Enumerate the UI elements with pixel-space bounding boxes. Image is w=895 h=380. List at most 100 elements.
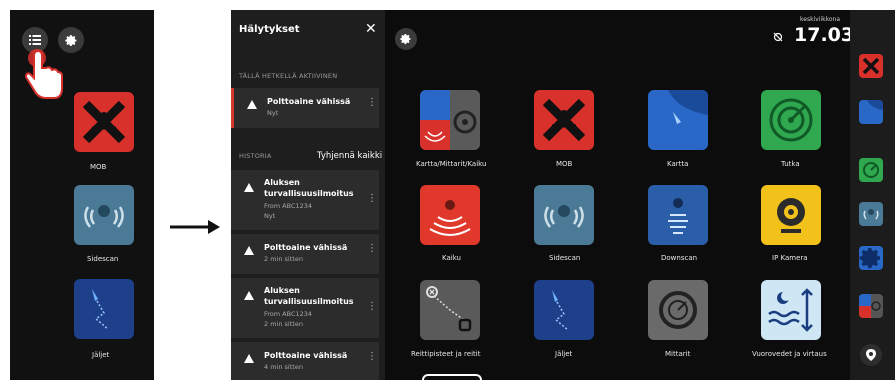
- alert-source: From ABC1234: [264, 310, 313, 318]
- alert-title-line1: Aluksen: [264, 286, 300, 295]
- app-tile[interactable]: [534, 280, 594, 340]
- radar-icon: [769, 98, 813, 142]
- alert-item-active[interactable]: Polttoaine vähissä Nyt ⋮: [231, 88, 379, 128]
- sidebar-item-settings[interactable]: [859, 246, 883, 270]
- downscan-icon: [668, 198, 688, 234]
- alert-title: Polttoaine vähissä: [267, 97, 351, 106]
- sidescan-icon: [544, 205, 584, 228]
- day-label: keskiviikkona: [800, 16, 840, 23]
- chart-icon: [859, 100, 883, 110]
- waypoints-routes-icon: [426, 286, 472, 332]
- app-tile[interactable]: [648, 90, 708, 150]
- tile-sidescan[interactable]: [74, 185, 134, 245]
- app-label: Kaiku: [442, 254, 461, 262]
- sidebar-item-mob[interactable]: [859, 54, 883, 78]
- chart-gauges-sonar-icon: [859, 294, 881, 318]
- ip-camera-icon: [777, 198, 805, 233]
- app-label: Jäljet: [555, 350, 573, 358]
- sidebar-item-radar[interactable]: [859, 158, 883, 182]
- alert-time: 2 min sitten: [264, 320, 303, 328]
- add-waypoint-icon: [866, 349, 876, 361]
- tile-tracks[interactable]: [74, 279, 134, 339]
- close-icon[interactable]: ✕: [365, 21, 377, 37]
- warning-icon: [244, 183, 254, 192]
- chart-gauges-sonar-icon: [420, 90, 480, 150]
- app-label: Sidescan: [549, 254, 581, 262]
- tracks-icon: [92, 289, 109, 330]
- mob-icon: [542, 98, 586, 142]
- app-tile[interactable]: [420, 90, 480, 150]
- app-tile[interactable]: [534, 185, 594, 245]
- panel-title: Hälytykset: [239, 24, 300, 35]
- alert-source: From ABC1234: [264, 202, 313, 210]
- list-icon: [29, 35, 41, 45]
- clear-all-button[interactable]: Tyhjennä kaikki: [317, 151, 382, 161]
- more-icon[interactable]: ⋮: [367, 244, 377, 254]
- app-label: IP Kamera: [772, 254, 808, 262]
- alert-title-line2: turvallisuusilmoitus: [264, 297, 354, 306]
- tides-currents-icon: [768, 288, 813, 332]
- app-label: Kartta/Mittarit/Kaiku: [416, 160, 487, 168]
- app-tile[interactable]: [761, 185, 821, 245]
- hand-pointer-icon: [24, 49, 63, 99]
- chart-icon: [648, 90, 708, 124]
- settings-button[interactable]: [395, 28, 417, 50]
- gauges-icon: [659, 291, 697, 329]
- app-tile[interactable]: [420, 280, 480, 340]
- clock: 17.03: [794, 24, 855, 46]
- active-section-header: TÄLLÄ HETKELLÄ AKTIIVINEN: [239, 72, 338, 80]
- home-screen-after: Hälytykset ✕ TÄLLÄ HETKELLÄ AKTIIVINEN P…: [231, 10, 895, 380]
- more-icon[interactable]: ⋮: [367, 194, 377, 204]
- gear-icon: [400, 34, 411, 45]
- app-tile[interactable]: [761, 280, 821, 340]
- alerts-panel: Hälytykset ✕ TÄLLÄ HETKELLÄ AKTIIVINEN P…: [231, 10, 385, 380]
- echo-icon: [429, 200, 471, 236]
- sidescan-icon: [84, 205, 124, 228]
- app-label: Tutka: [781, 160, 800, 168]
- app-label: Reittipisteet ja reitit: [411, 350, 481, 358]
- warning-icon: [244, 246, 254, 255]
- app-label: Mittarit: [665, 350, 691, 358]
- alert-title-line1: Aluksen: [264, 178, 300, 187]
- alert-time: Nyt: [264, 212, 276, 220]
- app-tile[interactable]: [534, 90, 594, 150]
- alert-item-history[interactable]: Polttoaine vähissä 4 min sitten ⋮: [231, 342, 379, 380]
- alert-title: Polttoaine vähissä: [264, 243, 348, 252]
- app-tile-partial[interactable]: [422, 374, 482, 380]
- tracks-icon: [552, 290, 569, 331]
- tile-label: Sidescan: [87, 255, 119, 263]
- home-app-grid: keskiviikkona 17.03 Kartta/Mittarit/Kaik…: [385, 10, 854, 380]
- sidebar-item-chart[interactable]: [859, 100, 883, 124]
- history-section-header: HISTORIA: [239, 152, 272, 160]
- tile-label: MOB: [90, 163, 107, 171]
- app-label: MOB: [556, 160, 573, 168]
- tile-label: Jäljet: [92, 351, 110, 359]
- gear-icon: [64, 34, 76, 46]
- gear-icon: [859, 248, 880, 269]
- app-tile[interactable]: [761, 90, 821, 150]
- more-icon[interactable]: ⋮: [367, 302, 377, 312]
- add-waypoint-button[interactable]: [860, 344, 882, 366]
- alert-time: 2 min sitten: [264, 255, 303, 263]
- app-label: Kartta: [667, 160, 689, 168]
- app-tile[interactable]: [648, 185, 708, 245]
- radar-icon: [863, 162, 879, 178]
- favorites-sidebar: [850, 10, 895, 380]
- alert-item-history[interactable]: Aluksen turvallisuusilmoitus From ABC123…: [231, 170, 379, 230]
- alert-title: Polttoaine vähissä: [264, 351, 348, 360]
- app-tile[interactable]: [420, 185, 480, 245]
- sidescan-icon: [863, 209, 879, 220]
- tile-mob[interactable]: [74, 92, 134, 152]
- more-icon[interactable]: ⋮: [367, 352, 377, 362]
- sidebar-item-split[interactable]: [859, 294, 883, 318]
- sidebar-item-sidescan[interactable]: [859, 202, 883, 226]
- alert-item-history[interactable]: Aluksen turvallisuusilmoitus From ABC123…: [231, 278, 379, 338]
- mob-icon: [82, 100, 126, 144]
- arrow-right-icon: [170, 220, 220, 234]
- more-icon[interactable]: ⋮: [367, 98, 377, 108]
- alert-title-line2: turvallisuusilmoitus: [264, 189, 354, 198]
- alert-item-history[interactable]: Polttoaine vähissä 2 min sitten ⋮: [231, 234, 379, 274]
- app-tile[interactable]: [648, 280, 708, 340]
- app-label: Vuorovedet ja virtaus: [752, 350, 827, 358]
- warning-icon: [244, 291, 254, 300]
